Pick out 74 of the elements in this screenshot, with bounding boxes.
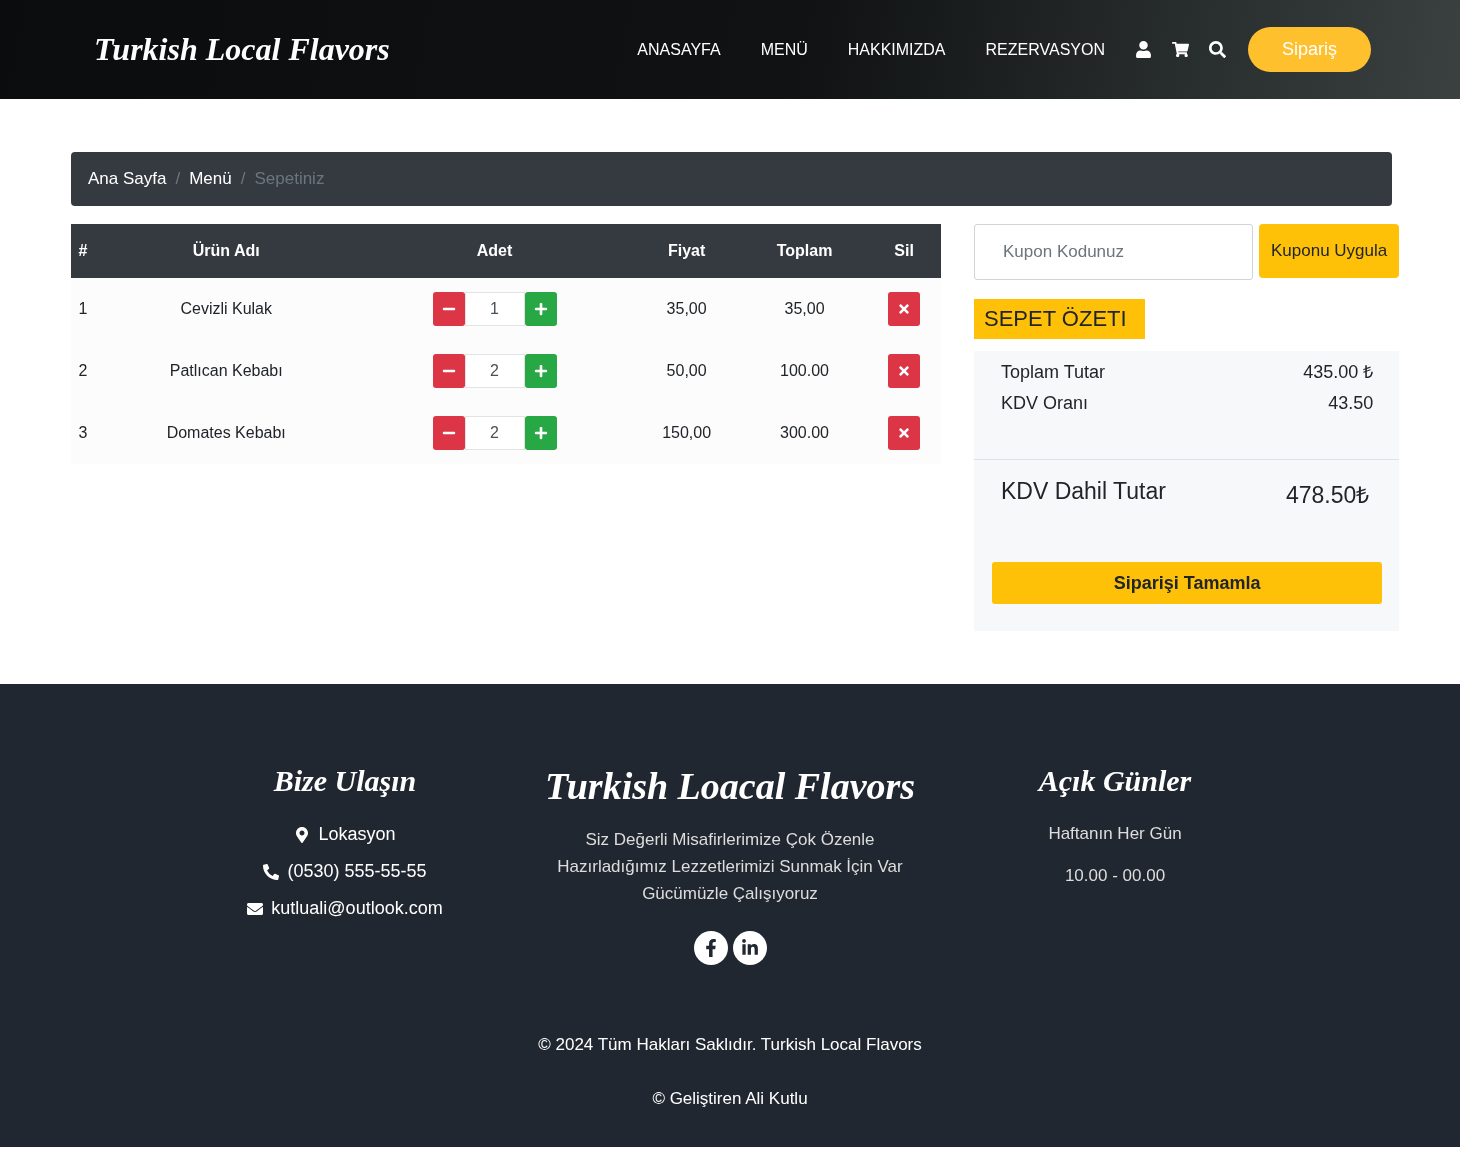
table-cell-text: 50,00 (665, 361, 708, 381)
breadcrumb-separator: / (174, 169, 182, 189)
increase-button[interactable] (524, 416, 557, 450)
close-icon (897, 364, 912, 378)
cart-icon[interactable] (1171, 41, 1189, 58)
table-cell: 1 (71, 278, 95, 340)
column-header: Fiyat (631, 224, 742, 278)
footer-description: Siz Değerli Misafirlerimize Çok Özenle Hazırladığımız Lezzetlerimizi Sunmak İçin Var Gücümüzle Çalışıyoruz (556, 829, 904, 905)
close-icon (897, 302, 912, 316)
column-header: Ürün Adı (94, 224, 358, 278)
table-cell: 35,00 (631, 278, 742, 340)
summary-value: 43.50 (1328, 392, 1374, 415)
table-cell-text: 150,00 (661, 423, 713, 443)
facebook-icon[interactable] (693, 931, 728, 965)
summary-value: 435.00 ₺ (1303, 361, 1374, 384)
search-icon[interactable] (1208, 41, 1226, 58)
footer-logo: Turkish Loacal Flavors (543, 764, 917, 808)
decrease-button[interactable] (432, 416, 465, 450)
table-cell-text: 2 (77, 361, 89, 381)
quantity-field[interactable]: 2 (464, 416, 525, 450)
complete-order-button[interactable]: Siparişi Tamamla (992, 562, 1383, 604)
column-header: Adet (357, 224, 632, 278)
decrease-button[interactable] (432, 354, 465, 388)
coupon-field[interactable]: Kupon Kodunuz (974, 224, 1253, 280)
table-cell-text: 3 (77, 423, 89, 443)
copyright-text: © 2024 Tüm Hakları Saklıdır. Turkish Local Flavors (537, 1035, 923, 1055)
increase-button[interactable] (524, 354, 557, 388)
table-cell-text: Patlıcan Kebabı (168, 361, 284, 381)
contact-text: kutluali@outlook.com (271, 898, 443, 919)
linkedin-icon[interactable] (732, 931, 767, 965)
summary-label: KDV Oranı (1001, 392, 1089, 415)
summary-title: SEPET ÖZETI (974, 299, 1145, 339)
plus-icon (533, 364, 548, 378)
plus-icon (533, 302, 548, 316)
delete-button[interactable] (888, 292, 921, 326)
contact-text: (0530) 555-55-55 (287, 861, 427, 882)
phone-icon (263, 863, 280, 880)
nav-link[interactable]: HAKKIMIZDA (827, 40, 966, 59)
summary-label: Toplam Tutar (1001, 361, 1106, 384)
site-logo[interactable]: Turkish Local Flavors (94, 31, 390, 68)
table-cell-text: 100.00 (779, 361, 830, 381)
envelope-icon (247, 900, 264, 917)
table-cell: Cevizli Kulak (94, 278, 358, 340)
breadcrumb-link[interactable]: Menü (189, 169, 232, 189)
close-icon (897, 426, 912, 440)
breadcrumb-separator: / (239, 169, 247, 189)
nav-link[interactable]: REZERVASYON (965, 40, 1125, 59)
user-icon[interactable] (1134, 41, 1152, 58)
table-cell-text: 300.00 (779, 423, 830, 443)
breadcrumb-link[interactable]: Ana Sayfa (88, 169, 167, 189)
delete-button[interactable] (888, 354, 921, 388)
contact-text: Lokasyon (318, 824, 396, 845)
decrease-button[interactable] (432, 292, 465, 326)
column-header: Toplam (741, 224, 868, 278)
quantity-field[interactable]: 1 (464, 292, 525, 326)
table-cell-text: Domates Kebabı (165, 423, 287, 443)
grand-total-value: 478.50₺ (1285, 481, 1370, 510)
grand-total-label: KDV Dahil Tutar (1001, 478, 1166, 506)
opening-days: Haftanın Her Gün (925, 824, 1305, 844)
increase-button[interactable] (524, 292, 557, 326)
plus-icon (533, 426, 548, 440)
quantity-field[interactable]: 2 (464, 354, 525, 388)
apply-coupon-button[interactable]: Kuponu Uygula (1259, 224, 1400, 278)
opening-hours: 10.00 - 00.00 (1063, 866, 1167, 886)
map-pin-icon (294, 826, 311, 843)
developer-credit: © Geliştiren Ali Kutlu (651, 1089, 809, 1109)
column-header: # (71, 224, 95, 278)
nav-link[interactable]: MENÜ (740, 40, 828, 59)
column-header: Sil (867, 224, 941, 278)
nav-link[interactable]: ANASAYFA (617, 40, 741, 59)
table-cell: 35,00 (741, 278, 868, 340)
delete-button[interactable] (888, 416, 921, 450)
footer-heading: Bize Ulaşın (272, 764, 418, 798)
footer-heading: Açık Günler (1036, 764, 1193, 798)
